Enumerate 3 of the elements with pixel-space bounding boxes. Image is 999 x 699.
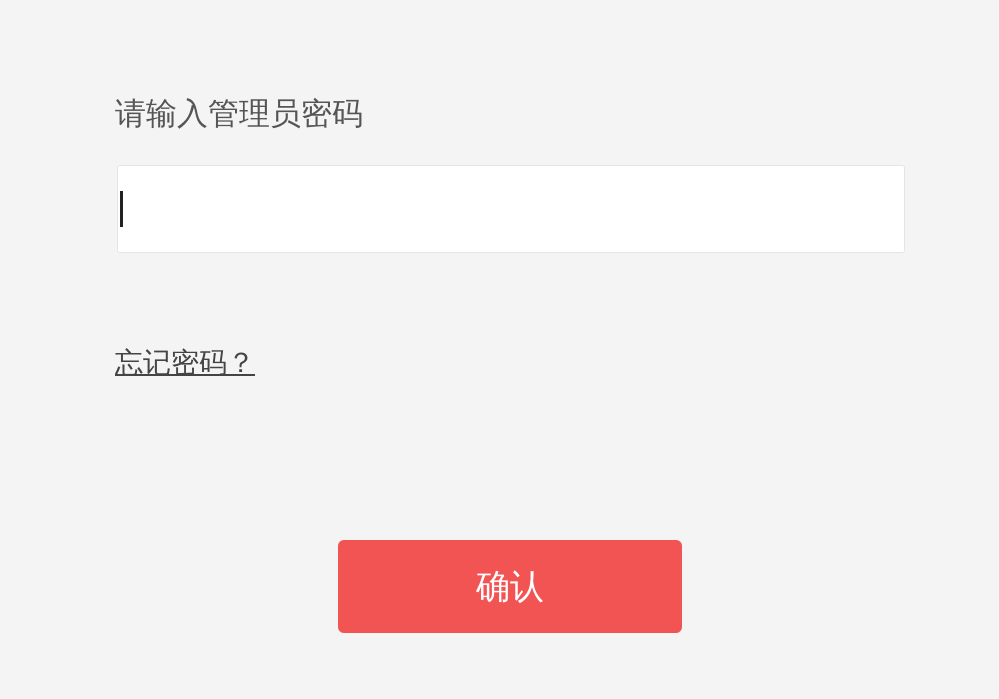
password-prompt: 请输入管理员密码 xyxy=(115,95,364,134)
password-field[interactable] xyxy=(117,165,905,253)
forgot-password-link[interactable]: 忘记密码？ xyxy=(115,343,255,383)
